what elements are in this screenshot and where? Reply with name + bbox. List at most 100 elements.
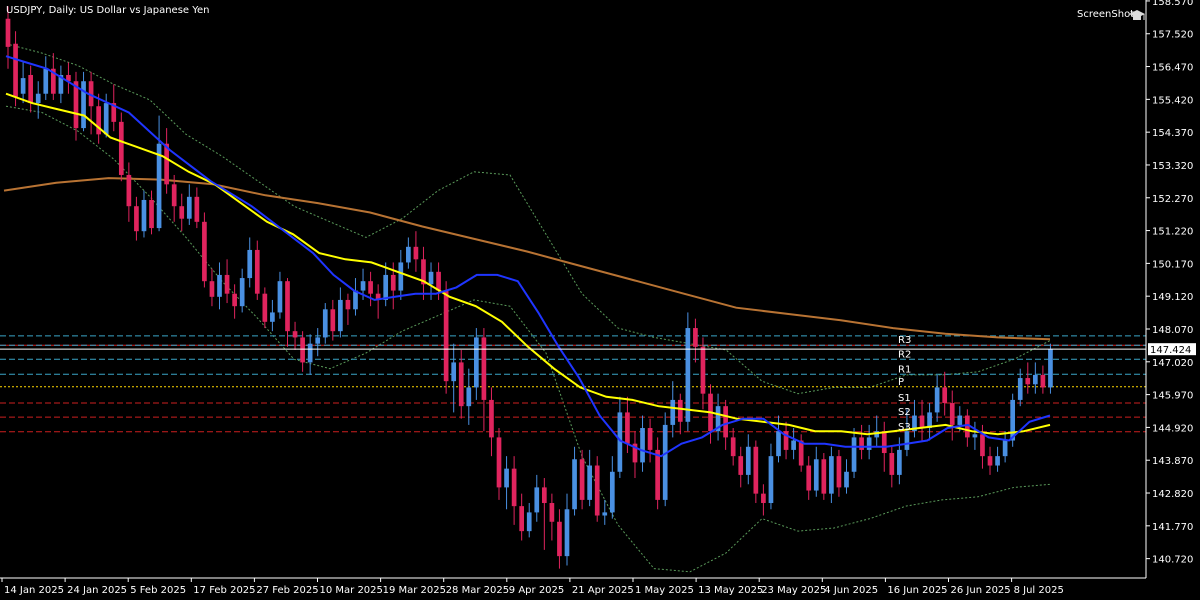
time-tick-label: 16 Jun 2025	[887, 585, 947, 596]
candle-body	[1017, 378, 1023, 400]
price-tick-label: 141.770	[1152, 522, 1193, 533]
candle-body	[179, 206, 185, 219]
candle-body	[851, 437, 857, 472]
candle-body	[980, 434, 985, 457]
price-tick-label: 151.220	[1152, 227, 1193, 238]
candle-body	[625, 412, 630, 444]
candlestick-chart[interactable]: R3 R2 R1 P S1 S2 S3 158.570 157.520 156.470 155.4…	[0, 0, 1200, 600]
time-tick-label: 8 Jul 2025	[1014, 585, 1064, 596]
candle-body	[20, 78, 26, 94]
candle-body	[866, 437, 872, 450]
candle-body	[761, 493, 766, 504]
candle-body	[13, 43, 18, 97]
time-tick-label: 21 Apr 2025	[572, 585, 634, 596]
time-tick-label: 23 May 2025	[761, 585, 826, 596]
candle-body	[202, 221, 207, 282]
candle-body	[700, 346, 706, 394]
candle-body	[443, 290, 449, 382]
price-tick-label: 152.270	[1152, 194, 1193, 205]
time-tick-label: 5 Feb 2025	[130, 585, 186, 596]
time-tick-label: 1 May 2025	[635, 585, 694, 596]
candle-body	[587, 465, 592, 500]
candle-body	[194, 196, 200, 222]
candle-body	[254, 249, 260, 294]
candle-body	[103, 103, 109, 135]
candle-body	[609, 471, 615, 513]
price-tick-label: 156.470	[1152, 63, 1193, 74]
candle-body	[390, 274, 396, 291]
candle-body	[829, 456, 834, 494]
time-tick-label: 10 Mar 2025	[320, 585, 383, 596]
candle-body	[398, 262, 404, 291]
price-tick-label: 153.320	[1152, 161, 1193, 172]
candle-body	[141, 199, 147, 232]
candle-body	[285, 281, 290, 332]
time-tick-label: 4 Jun 2025	[824, 585, 878, 596]
candle-body	[149, 199, 154, 229]
candle-body	[934, 387, 940, 413]
candle-body	[640, 428, 645, 463]
chart-title: USDJPY, Daily: US Dollar vs Japanese Yen	[6, 5, 210, 16]
candle-body	[81, 81, 86, 129]
candle-body	[353, 290, 358, 310]
pivot-label-p: P	[898, 377, 904, 388]
price-tick-label: 147.020	[1152, 358, 1193, 369]
candle-body	[428, 271, 434, 285]
candle-body	[224, 274, 230, 294]
candle-body	[579, 459, 585, 500]
candle-body	[232, 293, 237, 307]
candle	[118, 112, 124, 182]
price-tick-label: 148.070	[1152, 325, 1193, 336]
price-tick-label: 150.170	[1152, 259, 1193, 270]
candle-body	[383, 274, 389, 300]
candle-body	[738, 456, 744, 475]
candle-body	[670, 399, 676, 425]
candle-body	[262, 293, 268, 322]
candle-body	[43, 68, 49, 94]
candle-body	[489, 399, 494, 438]
candle-body	[338, 299, 343, 332]
candle-body	[897, 449, 902, 475]
candle-body	[360, 281, 366, 291]
candle-body	[957, 415, 963, 425]
candle-body	[904, 431, 910, 450]
screenshot-label: ScreenShot	[1077, 9, 1134, 20]
candle-body	[859, 437, 864, 450]
candle-body	[247, 249, 253, 279]
candle-body	[693, 328, 698, 347]
candle-body	[572, 459, 577, 510]
candle-body	[798, 440, 804, 466]
candle-body	[1002, 440, 1008, 457]
candle	[821, 453, 827, 500]
candle-body	[481, 337, 487, 400]
candle-body	[186, 196, 192, 219]
price-tick-label: 143.870	[1152, 456, 1193, 467]
candle-body	[307, 343, 313, 363]
price-tick-label: 140.720	[1152, 555, 1193, 566]
price-tick-label: 157.520	[1152, 30, 1193, 41]
candle-body	[118, 121, 124, 175]
candle-body	[239, 278, 245, 307]
candle-body	[496, 437, 502, 488]
candle	[662, 412, 668, 507]
candle-body	[345, 299, 351, 310]
candle-body	[549, 503, 555, 522]
candle-body	[753, 446, 759, 494]
price-tick-label: 158.570	[1152, 0, 1193, 8]
candle-body	[564, 509, 570, 557]
candle-body	[1025, 378, 1031, 385]
candle-body	[972, 434, 978, 438]
candle-body	[511, 468, 517, 507]
candle-body	[949, 403, 955, 425]
candle-body	[330, 309, 336, 332]
candle-body	[209, 281, 215, 297]
price-tick-label: 154.370	[1152, 128, 1193, 139]
candle-body	[134, 206, 139, 232]
candle-body	[300, 337, 305, 363]
candle-body	[292, 331, 298, 338]
candle-body	[813, 459, 819, 491]
time-tick-label: 28 Mar 2025	[446, 585, 509, 596]
candle-body	[836, 456, 842, 488]
candle	[202, 212, 207, 288]
price-tick-label: 144.920	[1152, 423, 1193, 434]
